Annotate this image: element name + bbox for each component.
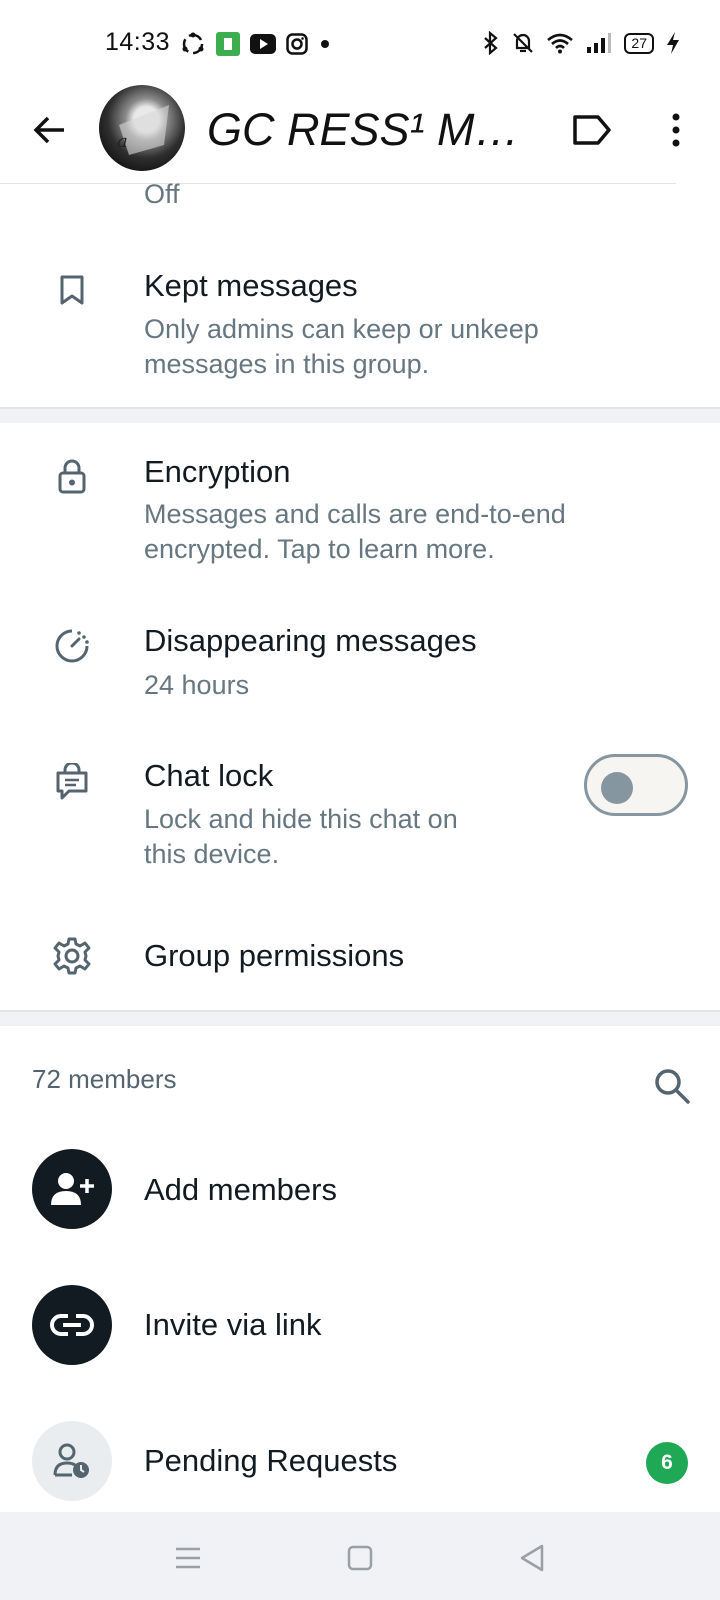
- pending-person-icon: [32, 1421, 112, 1501]
- dot-icon: [318, 37, 332, 51]
- chat-lock-subtitle-line1: Lock and hide this chat on: [144, 804, 458, 834]
- more-vert-icon: [672, 113, 680, 147]
- section-divider: [0, 1010, 720, 1026]
- back-triangle-icon: [520, 1544, 544, 1572]
- home-button[interactable]: [338, 1536, 382, 1580]
- search-icon: [655, 1069, 690, 1104]
- search-members-button[interactable]: [650, 1064, 694, 1108]
- app-icon: [216, 32, 240, 56]
- youtube-icon: [250, 34, 276, 54]
- label-icon: [573, 115, 611, 145]
- chat-lock-toggle[interactable]: [584, 754, 688, 816]
- chat-lock-title: Chat lock: [144, 758, 274, 793]
- more-options-button[interactable]: [654, 108, 698, 152]
- group-permissions-title: Group permissions: [144, 938, 405, 973]
- menu-icon: [176, 1547, 200, 1569]
- encryption-title: Encryption: [144, 454, 291, 489]
- toggle-knob: [601, 772, 633, 804]
- back-arrow-icon: [33, 116, 64, 144]
- pending-requests-label: Pending Requests: [144, 1443, 398, 1478]
- app-bar-divider: [0, 183, 676, 184]
- encryption-subtitle-line1: Messages and calls are end-to-end: [144, 499, 566, 529]
- chat-lock-subtitle-line2: this device.: [144, 839, 280, 869]
- pending-count-badge: 6: [646, 1442, 688, 1484]
- bookmark-icon: [50, 268, 94, 312]
- invite-link-label: Invite via link: [144, 1307, 322, 1342]
- timer-icon: [50, 624, 94, 668]
- group-title[interactable]: GC RESS¹ MEN…: [207, 104, 545, 156]
- section-divider: [0, 407, 720, 423]
- charging-icon: [666, 31, 680, 55]
- disappearing-messages-title: Disappearing messages: [144, 623, 477, 658]
- link-icon: [32, 1285, 112, 1365]
- kept-messages-subtitle-line1: Only admins can keep or unkeep: [144, 314, 539, 344]
- recents-button[interactable]: [166, 1536, 210, 1580]
- back-nav-button[interactable]: [510, 1536, 554, 1580]
- label-button[interactable]: [570, 108, 614, 152]
- gear-icon: [50, 934, 94, 978]
- status-time: 14:33: [105, 28, 171, 56]
- add-person-icon: [32, 1149, 112, 1229]
- disappearing-messages-value: 24 hours: [144, 670, 250, 700]
- status-icons-left: [180, 31, 332, 57]
- lock-icon: [50, 454, 94, 498]
- status-bar: 14:33 27: [0, 0, 720, 88]
- kept-messages-title: Kept messages: [144, 268, 358, 303]
- signal-icon: [586, 32, 612, 54]
- group-avatar[interactable]: a: [99, 85, 185, 171]
- battery-icon: 27: [624, 32, 654, 54]
- kept-messages-subtitle-line2: messages in this group.: [144, 349, 430, 379]
- bluetooth-icon: [482, 31, 500, 55]
- sync-icon: [180, 31, 206, 57]
- svg-text:a: a: [117, 131, 128, 152]
- mute-icon: [512, 31, 534, 55]
- members-count: 72 members: [32, 1064, 177, 1094]
- chat-lock-icon: [50, 760, 94, 804]
- back-button[interactable]: [28, 108, 72, 152]
- encryption-subtitle-line2: encrypted. Tap to learn more.: [144, 534, 495, 564]
- previous-setting-value: Off: [144, 179, 180, 209]
- instagram-icon: [286, 33, 308, 55]
- wifi-icon: [546, 32, 574, 54]
- home-square-icon: [347, 1545, 373, 1571]
- add-members-label: Add members: [144, 1172, 337, 1207]
- status-icons-right: 27: [482, 31, 680, 55]
